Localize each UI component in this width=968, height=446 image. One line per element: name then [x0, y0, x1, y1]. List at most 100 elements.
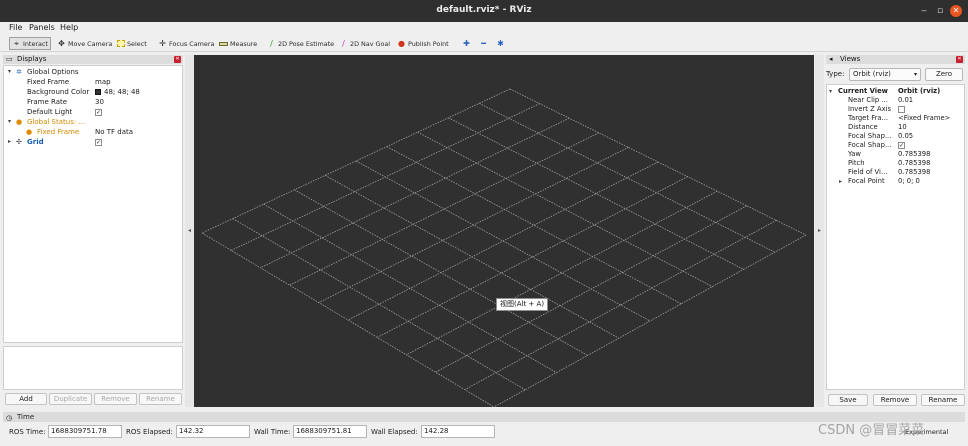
background-color-value[interactable]: 48; 48; 48 [95, 87, 140, 97]
tree-row-default-light[interactable]: Default Light ✓ [4, 107, 182, 117]
move-camera-icon: ✥ [58, 39, 65, 48]
remove-view-button[interactable]: Remove [873, 394, 917, 406]
grid-line [263, 203, 557, 373]
select-tool[interactable]: Select [117, 37, 147, 50]
tree-row-status-fixed-frame[interactable]: ● Fixed Frame No TF data [4, 127, 182, 137]
title-bar: default.rviz* - RViz ‒ ▫ ✕ [0, 0, 968, 22]
watermark: CSDN @冒冒菜菜 [818, 423, 925, 438]
grid-line [318, 147, 629, 303]
tool-properties-button[interactable]: ✱ [496, 37, 507, 50]
tree-row-field-of-view[interactable]: Field of Vi... 0.785398 [827, 168, 964, 177]
expand-icon[interactable]: ▾ [8, 117, 11, 127]
interact-tool[interactable]: ⌖ Interact [9, 37, 51, 50]
default-light-checkbox[interactable]: ✓ [95, 108, 102, 116]
duplicate-display-button[interactable]: Duplicate [49, 393, 92, 405]
tree-row-invert-z[interactable]: Invert Z Axis [827, 105, 964, 114]
menu-help[interactable]: Help [60, 23, 78, 32]
tree-row-pitch[interactable]: Pitch 0.785398 [827, 159, 964, 168]
tree-row-global-options[interactable]: ▾ ✲ Global Options [4, 67, 182, 77]
tree-row-background-color[interactable]: Background Color 48; 48; 48 [4, 87, 182, 97]
camera-icon: ◂ [829, 55, 833, 63]
expand-icon[interactable]: ▾ [829, 87, 832, 96]
tree-row-yaw[interactable]: Yaw 0.785398 [827, 150, 964, 159]
displays-tree[interactable]: ▾ ✲ Global Options Fixed Frame map Backg… [3, 65, 183, 343]
clock-icon: ◷ [6, 414, 13, 422]
chevron-down-icon: ▾ [913, 71, 917, 78]
focus-camera-tool[interactable]: ✛ Focus Camera [158, 37, 214, 50]
toolbar: ⌖ Interact ✥ Move Camera Select ✛ Focus Cam… [0, 35, 968, 52]
minimize-icon[interactable]: ‒ [918, 5, 930, 17]
menu-file[interactable]: File [9, 23, 22, 32]
menu-panels[interactable]: Panels [29, 23, 55, 32]
right-splitter[interactable]: ▸ [815, 55, 824, 407]
tree-row-global-status[interactable]: ▾ ● Global Status: ... [4, 117, 182, 127]
pose-estimate-icon: ∕ [270, 39, 273, 48]
pose-estimate-label: 2D Pose Estimate [278, 39, 335, 48]
grid-line [435, 205, 747, 373]
close-icon[interactable]: ✕ [950, 5, 962, 17]
render-viewport[interactable]: 视图(Alt + A) [194, 55, 814, 407]
maximize-icon[interactable]: ▫ [934, 5, 946, 17]
add-tool-button[interactable]: ✚ [462, 37, 473, 50]
chevron-right-icon[interactable]: ▸ [815, 227, 824, 234]
displays-panel-header: ▭ Displays ✕ [3, 55, 183, 64]
tree-row-near-clip[interactable]: Near Clip ... 0.01 [827, 96, 964, 105]
monitor-icon: ▭ [6, 55, 13, 63]
gear-icon: ✱ [497, 39, 504, 48]
measure-tool[interactable]: Measure [219, 37, 257, 50]
views-tree[interactable]: ▾ Current View Orbit (rviz) Near Clip ..… [826, 84, 965, 390]
plus-icon: ✚ [463, 39, 470, 48]
tree-row-target-frame[interactable]: Target Fra... <Fixed Frame> [827, 114, 964, 123]
nav-goal-tool[interactable]: ∕ 2D Nav Goal [339, 37, 390, 50]
nav-goal-label: 2D Nav Goal [350, 39, 391, 48]
grid-line [479, 103, 775, 253]
tree-row-focal-shape-fixed[interactable]: Focal Shap... ✓ [827, 141, 964, 150]
tree-row-current-view[interactable]: ▾ Current View Orbit (rviz) [827, 87, 964, 96]
tree-row-frame-rate[interactable]: Frame Rate 30 [4, 97, 182, 107]
left-splitter[interactable]: ◂ [185, 55, 194, 407]
grid-enabled-checkbox[interactable]: ✓ [95, 138, 102, 146]
views-shortcut-tooltip: 视图(Alt + A) [496, 298, 549, 311]
chevron-left-icon[interactable]: ◂ [185, 227, 194, 234]
tree-row-focal-shape-size[interactable]: Focal Shap... 0.05 [827, 132, 964, 141]
wall-time-label: Wall Time: [254, 428, 291, 436]
tree-row-focal-point[interactable]: ▸ Focal Point 0; 0; 0 [827, 177, 964, 186]
tree-row-grid[interactable]: ▸ ✣ Grid ✓ [4, 137, 182, 147]
focal-shape-checkbox[interactable]: ✓ [898, 141, 905, 149]
add-display-button[interactable]: Add [5, 393, 47, 405]
ros-time-field[interactable]: 1688309751.78 [48, 425, 122, 438]
tree-row-distance[interactable]: Distance 10 [827, 123, 964, 132]
close-views-icon[interactable]: ✕ [956, 56, 963, 63]
move-camera-label: Move Camera [68, 39, 113, 48]
publish-point-tool[interactable]: ● Publish Point [397, 37, 449, 50]
gear-icon: ✲ [16, 68, 22, 76]
remove-display-button[interactable]: Remove [94, 393, 137, 405]
tree-row-fixed-frame[interactable]: Fixed Frame map [4, 77, 182, 87]
pose-estimate-tool[interactable]: ∕ 2D Pose Estimate [267, 37, 334, 50]
save-view-button[interactable]: Save [828, 394, 868, 406]
ros-elapsed-field[interactable]: 142.32 [176, 425, 250, 438]
measure-label: Measure [230, 39, 258, 48]
status-fixed-frame-value: No TF data [95, 128, 134, 136]
close-displays-icon[interactable]: ✕ [174, 56, 181, 63]
fixed-frame-value[interactable]: map [95, 77, 111, 87]
frame-rate-value[interactable]: 30 [95, 97, 104, 107]
wall-time-field[interactable]: 1688309751.81 [293, 425, 367, 438]
expand-icon[interactable]: ▾ [8, 67, 11, 77]
wall-elapsed-field[interactable]: 142.28 [421, 425, 495, 438]
remove-tool-button[interactable]: ━ [479, 37, 490, 50]
interact-icon: ⌖ [14, 39, 19, 48]
view-type-select[interactable]: Orbit (rviz) ▾ [849, 68, 921, 81]
select-icon [117, 40, 125, 47]
move-camera-tool[interactable]: ✥ Move Camera [57, 37, 112, 50]
select-label: Select [127, 39, 147, 48]
zero-button[interactable]: Zero [925, 68, 963, 81]
rename-view-button[interactable]: Rename [921, 394, 965, 406]
collapse-icon[interactable]: ▸ [839, 177, 842, 186]
warning-icon: ● [26, 128, 33, 136]
invert-z-checkbox[interactable] [898, 105, 905, 113]
type-label: Type: [826, 70, 845, 78]
grid-line [347, 161, 659, 321]
rename-display-button[interactable]: Rename [139, 393, 182, 405]
collapse-icon[interactable]: ▸ [8, 137, 11, 147]
